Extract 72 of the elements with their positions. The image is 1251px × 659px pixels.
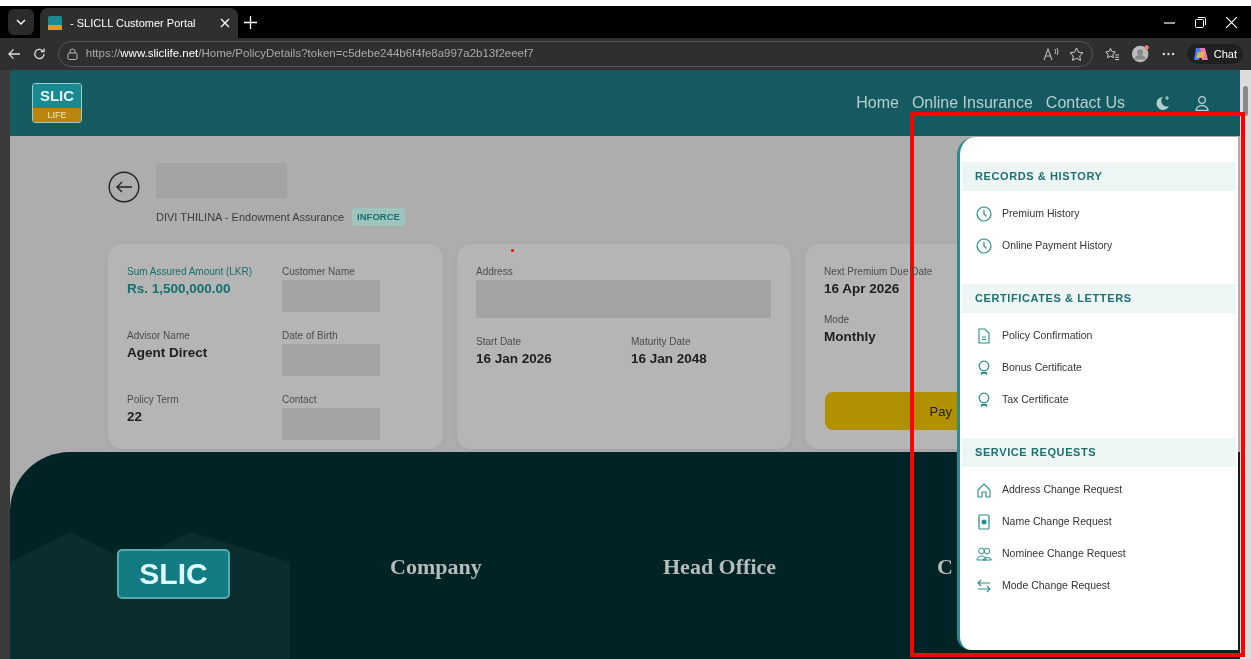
- menu-item[interactable]: Policy Confirmation: [960, 320, 1238, 352]
- field-label: Address: [476, 266, 513, 279]
- logo-text: SLIC: [33, 84, 81, 108]
- footer-logo[interactable]: SLIC: [117, 549, 230, 599]
- menu-item[interactable]: Premium History: [960, 198, 1238, 230]
- copilot-icon: [1192, 46, 1209, 62]
- section-header: SERVICE REQUESTS: [962, 438, 1236, 467]
- favorites-icon[interactable]: [1104, 47, 1120, 61]
- field-label: Start Date: [476, 336, 522, 349]
- swap-arrows-icon: [976, 578, 992, 594]
- field-value: 22: [127, 408, 143, 427]
- field-value: Rs. 1,500,000.00: [127, 280, 231, 299]
- people-icon: [976, 546, 992, 562]
- field-label: Maturity Date: [631, 336, 691, 349]
- restore-icon[interactable]: [1195, 16, 1206, 28]
- moon-icon[interactable]: [1154, 95, 1170, 111]
- field-label: Contact: [282, 394, 317, 407]
- scrollbar[interactable]: [1240, 70, 1251, 659]
- field-value: 16 Apr 2026: [824, 280, 900, 299]
- lock-icon: [66, 48, 78, 60]
- back-icon[interactable]: [8, 48, 21, 60]
- field-label: Mode: [824, 314, 849, 327]
- menu-item[interactable]: Online Payment History: [960, 230, 1238, 262]
- field-label: Policy Term: [127, 394, 179, 407]
- dot-mark: [511, 249, 514, 253]
- more-icon[interactable]: [1161, 52, 1175, 56]
- menu-item[interactable]: Address Change Request: [960, 474, 1238, 506]
- logo-subtext: LIFE: [33, 108, 81, 122]
- menu-item[interactable]: Bonus Certificate: [960, 352, 1238, 384]
- close-icon[interactable]: [220, 18, 230, 28]
- browser-tab[interactable]: - SLICLL Customer Portal: [40, 8, 238, 38]
- footer-heading: Head Office: [663, 553, 777, 581]
- field-label: Date of Birth: [282, 330, 338, 343]
- field-label: Sum Assured Amount (LKR): [127, 266, 253, 279]
- field-value: Monthly: [824, 328, 876, 347]
- new-tab-icon[interactable]: [244, 15, 257, 29]
- avatar-icon[interactable]: [1131, 44, 1150, 64]
- ribbon-icon: [976, 392, 992, 408]
- reload-icon[interactable]: [32, 47, 46, 61]
- footer-heading: Company: [390, 553, 482, 581]
- policy-subtitle: DIVI THILINA - Endowment Assurance: [156, 209, 345, 225]
- url-text: https://www.sliclife.net/Home/PolicyDetails?token=c5debe244b6f4fe8a997a2b13f2eeef7: [85, 46, 534, 62]
- field-value: 16 Jan 2026: [476, 350, 552, 369]
- nav-link[interactable]: Home: [856, 91, 899, 115]
- star-icon[interactable]: [1068, 46, 1084, 62]
- footer-heading: C: [937, 553, 953, 581]
- menu-item[interactable]: Mode Change Request: [960, 570, 1238, 602]
- menu-item[interactable]: Tax Certificate: [960, 384, 1238, 416]
- status-badge: INFORCE: [352, 208, 405, 227]
- field-value: Agent Direct: [127, 344, 208, 363]
- section-header: RECORDS & HISTORY: [962, 162, 1236, 191]
- id-card-icon: [976, 514, 992, 530]
- house-icon: [976, 482, 992, 498]
- field-label: Advisor Name: [127, 330, 190, 343]
- ribbon-icon: [976, 360, 992, 376]
- section-header: CERTIFICATES & LETTERS: [962, 284, 1236, 313]
- field-value: 16 Jan 2048: [631, 350, 707, 369]
- chevron-down-icon[interactable]: [16, 19, 26, 25]
- field-label: Customer Name: [282, 266, 355, 279]
- site-favicon: [48, 16, 62, 30]
- chat-button[interactable]: Chat: [1186, 43, 1243, 65]
- clock-icon: [976, 238, 992, 254]
- tab-title: - SLICLL Customer Portal: [70, 15, 197, 31]
- nav-link[interactable]: Contact Us: [1045, 91, 1125, 115]
- nav-link[interactable]: Online Insurance: [911, 91, 1033, 115]
- document-icon: [976, 328, 992, 344]
- user-icon[interactable]: [1194, 95, 1210, 111]
- clock-icon: [976, 206, 992, 222]
- read-aloud-icon[interactable]: [1042, 47, 1061, 61]
- menu-item[interactable]: Nominee Change Request: [960, 538, 1238, 570]
- menu-item[interactable]: Name Change Request: [960, 506, 1238, 538]
- close-icon[interactable]: [1226, 16, 1237, 28]
